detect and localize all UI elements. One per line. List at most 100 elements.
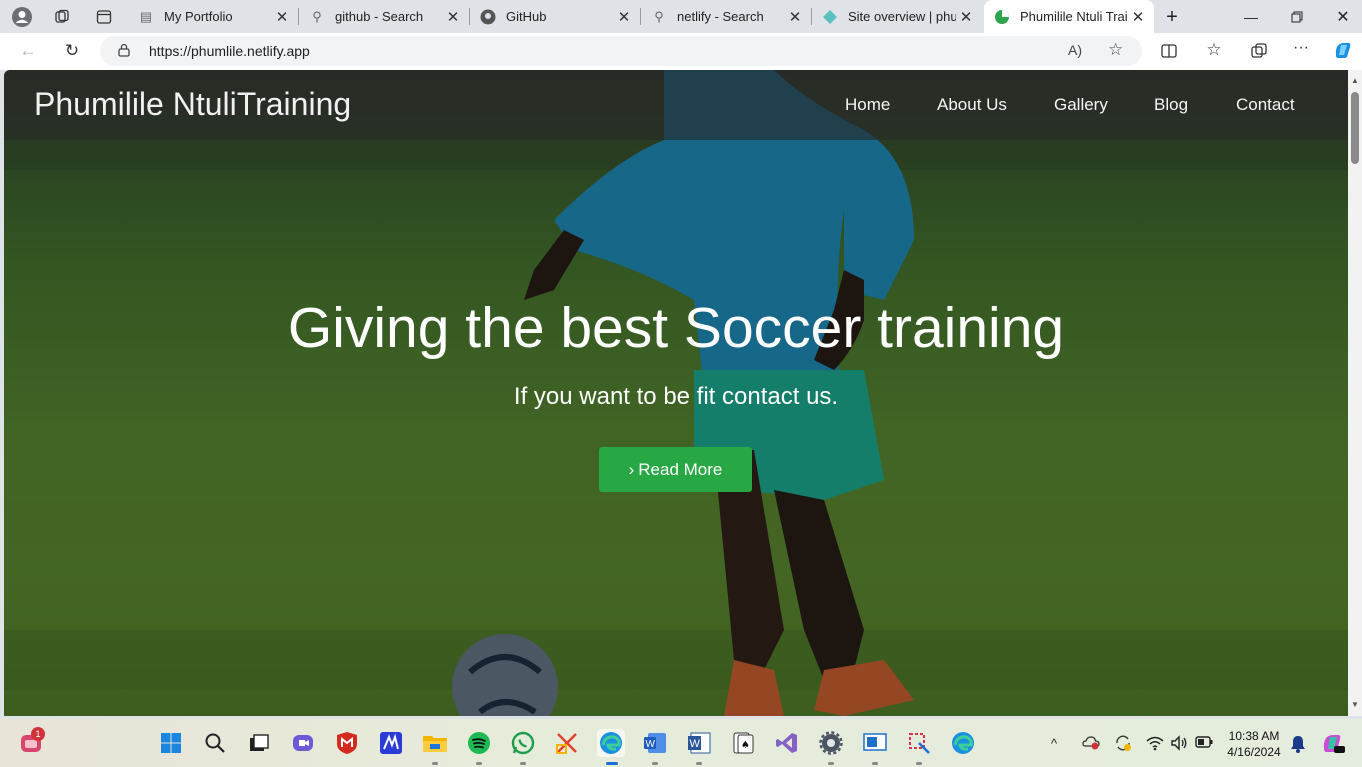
scroll-up-icon[interactable]: ▲ — [1351, 76, 1359, 85]
clock-date[interactable]: 4/16/2024 — [1222, 745, 1286, 759]
url-text: https://phumlile.netlify.app — [149, 43, 310, 59]
svg-text:♠: ♠ — [741, 740, 750, 751]
tab-github[interactable]: GitHub ✕ — [470, 0, 640, 33]
settings-gear-icon[interactable] — [817, 729, 845, 757]
edge-secondary-icon[interactable] — [949, 729, 977, 757]
close-icon[interactable]: ✕ — [272, 8, 292, 26]
tab-actions-icon[interactable] — [89, 4, 119, 30]
tab-site-overview[interactable]: Site overview | phun ✕ — [812, 0, 982, 33]
running-indicator — [476, 762, 482, 765]
windows-taskbar: W W ♠ ^ — [0, 719, 1362, 767]
file-explorer-icon[interactable] — [421, 729, 449, 757]
more-menu-icon[interactable]: ··· — [1290, 37, 1312, 59]
app-icon-blue[interactable] — [377, 729, 405, 757]
collections-icon[interactable] — [1248, 40, 1270, 62]
edge-taskbar-icon[interactable] — [597, 729, 625, 757]
clock-time[interactable]: 10:38 AM — [1225, 729, 1283, 743]
address-bar[interactable]: https://phumlile.netlify.app A) ☆ — [100, 36, 1142, 66]
refresh-icon[interactable]: ↻ — [57, 37, 87, 65]
tab-my-portfolio[interactable]: ▤ My Portfolio ✕ — [128, 0, 298, 33]
read-aloud-icon[interactable]: A) — [1068, 42, 1082, 58]
scroll-down-icon[interactable]: ▼ — [1351, 700, 1359, 709]
hero-title: Giving the best Soccer training — [287, 296, 1065, 360]
whatsapp-icon[interactable] — [509, 729, 537, 757]
tab-label: My Portfolio — [164, 9, 233, 24]
document-icon: ▤ — [139, 8, 153, 24]
back-icon[interactable]: ← — [13, 37, 43, 65]
new-tab-icon[interactable]: + — [1157, 4, 1187, 30]
chevron-up-icon[interactable]: ^ — [1051, 736, 1057, 751]
site-brand[interactable]: Phumilile NtuliTraining — [34, 86, 351, 123]
tab-label: netlify - Search — [677, 9, 764, 24]
remote-desktop-icon[interactable] — [861, 729, 889, 757]
chevron-right-icon: › — [628, 459, 635, 479]
task-view-icon[interactable] — [245, 729, 273, 757]
nav-link-gallery[interactable]: Gallery — [1054, 95, 1108, 115]
page-scrollbar[interactable]: ▲ ▼ — [1348, 70, 1362, 716]
nav-link-blog[interactable]: Blog — [1154, 95, 1188, 115]
visual-studio-icon[interactable] — [773, 729, 801, 757]
page-viewport: Phumilile NtuliTraining Home About Us Ga… — [4, 70, 1348, 716]
nav-link-about-us[interactable]: About Us — [937, 95, 1007, 115]
wifi-icon[interactable] — [1146, 735, 1164, 754]
snip-sketch-icon[interactable] — [905, 729, 933, 757]
running-indicator — [652, 762, 658, 765]
tab-github-search[interactable]: ⚲ github - Search ✕ — [299, 0, 469, 33]
taskbar-search-icon[interactable] — [201, 729, 229, 757]
split-screen-icon[interactable] — [1158, 40, 1180, 62]
copilot-taskbar-icon[interactable] — [1320, 731, 1346, 758]
nav-link-home[interactable]: Home — [845, 95, 890, 115]
windows-start-icon[interactable] — [157, 729, 185, 757]
solitaire-icon[interactable]: ♠ — [729, 729, 757, 757]
word-icon-2[interactable]: W — [685, 729, 713, 757]
battery-icon[interactable] — [1195, 736, 1213, 751]
favorite-star-icon[interactable]: ☆ — [1108, 40, 1123, 60]
scroll-thumb[interactable] — [1351, 92, 1359, 164]
close-icon[interactable]: ✕ — [614, 8, 634, 26]
close-icon[interactable]: ✕ — [1128, 8, 1148, 26]
teams-meet-icon[interactable] — [289, 729, 317, 757]
running-indicator — [916, 762, 922, 765]
running-indicator — [696, 762, 702, 765]
sync-icon[interactable] — [1114, 734, 1132, 755]
window-close-icon[interactable]: ✕ — [1320, 0, 1362, 33]
word-icon-1[interactable]: W — [641, 729, 669, 757]
tab-label: Site overview | phun — [848, 9, 956, 24]
close-icon[interactable]: ✕ — [443, 8, 463, 26]
tab-label: github - Search — [335, 9, 424, 24]
svg-text:W: W — [646, 739, 656, 750]
hero-subtitle: If you want to be fit contact us. — [513, 383, 839, 410]
svg-text:W: W — [690, 738, 701, 750]
notification-bell-icon[interactable] — [1290, 735, 1306, 756]
close-icon[interactable]: ✕ — [785, 8, 805, 26]
tab-label: GitHub — [506, 9, 547, 24]
running-indicator — [872, 762, 878, 765]
copilot-icon[interactable] — [1332, 39, 1354, 61]
onedrive-status-icon[interactable] — [1082, 734, 1100, 753]
notification-badge: 1 — [31, 727, 45, 741]
snipping-tool-icon[interactable] — [553, 729, 581, 757]
workspaces-icon[interactable] — [47, 4, 77, 30]
browser-toolbar: ← ↻ https://phumlile.netlify.app A) ☆ ☆ … — [0, 33, 1362, 70]
volume-icon[interactable] — [1170, 735, 1188, 754]
running-indicator — [828, 762, 834, 765]
search-icon: ⚲ — [312, 8, 322, 24]
close-icon[interactable]: ✕ — [956, 8, 976, 26]
read-more-label: Read More — [638, 459, 723, 479]
profile-icon[interactable] — [7, 4, 37, 30]
favorites-icon[interactable]: ☆ — [1203, 39, 1225, 61]
nav-link-contact[interactable]: Contact — [1236, 95, 1295, 115]
tab-netlify-search[interactable]: ⚲ netlify - Search ✕ — [641, 0, 811, 33]
lock-icon — [118, 43, 130, 57]
tab-phumilile-training[interactable]: Phumilile Ntuli Train ✕ — [984, 0, 1154, 33]
search-icon: ⚲ — [654, 8, 664, 24]
restore-icon[interactable] — [1274, 0, 1320, 33]
read-more-button[interactable]: › Read More — [599, 447, 752, 492]
site-favicon-icon — [994, 9, 1010, 25]
site-navbar: Phumilile NtuliTraining Home About Us Ga… — [4, 70, 1348, 140]
browser-tab-strip: ▤ My Portfolio ✕ ⚲ github - Search ✕ Git… — [0, 0, 1362, 33]
minimize-icon[interactable]: — — [1228, 0, 1274, 33]
spotify-icon[interactable] — [465, 729, 493, 757]
mcafee-icon[interactable] — [333, 729, 361, 757]
netlify-icon — [822, 9, 838, 25]
